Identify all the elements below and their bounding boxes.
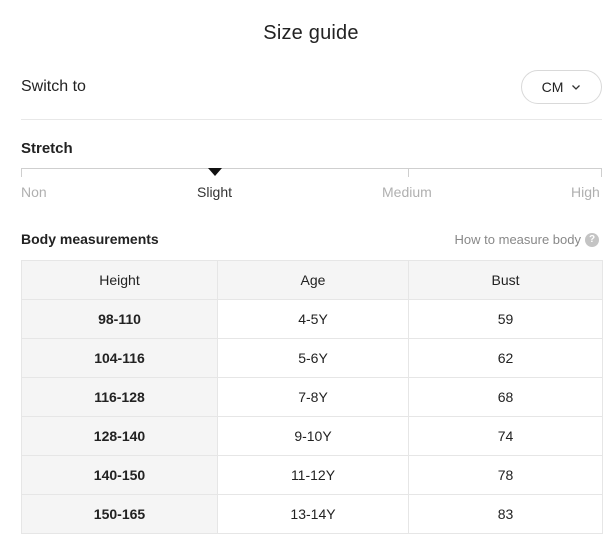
table-row: 128-140 9-10Y 74 bbox=[21, 416, 603, 456]
bust-cell: 83 bbox=[408, 494, 603, 534]
stretch-tick bbox=[21, 168, 22, 177]
table-row: 150-165 13-14Y 83 bbox=[21, 494, 603, 534]
size-table: Height Age Bust 98-110 4-5Y 59 104-116 5… bbox=[21, 260, 603, 534]
body-measurements-title: Body measurements bbox=[21, 231, 159, 247]
age-cell: 4-5Y bbox=[217, 299, 409, 339]
table-row: 104-116 5-6Y 62 bbox=[21, 338, 603, 378]
age-cell: 9-10Y bbox=[217, 416, 409, 456]
height-cell: 116-128 bbox=[21, 377, 218, 417]
how-to-measure-label: How to measure body bbox=[454, 232, 581, 247]
size-guide-page: Size guide Switch to CM Stretch Non Slig… bbox=[0, 0, 605, 541]
divider bbox=[21, 119, 602, 120]
how-to-measure-link[interactable]: How to measure body ? bbox=[455, 232, 599, 247]
unit-dropdown[interactable]: CM bbox=[521, 70, 602, 104]
bust-cell: 59 bbox=[408, 299, 603, 339]
height-cell: 150-165 bbox=[21, 494, 218, 534]
bust-cell: 78 bbox=[408, 455, 603, 495]
column-header-age: Age bbox=[217, 260, 409, 300]
stretch-tick bbox=[601, 168, 602, 177]
table-row: 116-128 7-8Y 68 bbox=[21, 377, 603, 417]
stretch-level-high: High bbox=[571, 184, 600, 200]
column-header-height: Height bbox=[21, 260, 218, 300]
height-cell: 128-140 bbox=[21, 416, 218, 456]
column-header-bust: Bust bbox=[408, 260, 603, 300]
age-cell: 5-6Y bbox=[217, 338, 409, 378]
chevron-down-icon bbox=[572, 85, 581, 90]
age-cell: 11-12Y bbox=[217, 455, 409, 495]
bust-cell: 62 bbox=[408, 338, 603, 378]
bust-cell: 68 bbox=[408, 377, 603, 417]
height-cell: 140-150 bbox=[21, 455, 218, 495]
table-header-row: Height Age Bust bbox=[21, 260, 603, 300]
stretch-tick bbox=[408, 168, 409, 177]
table-row: 140-150 11-12Y 78 bbox=[21, 455, 603, 495]
help-icon: ? bbox=[585, 232, 599, 247]
age-cell: 7-8Y bbox=[217, 377, 409, 417]
stretch-level-slight: Slight bbox=[197, 184, 233, 200]
bust-cell: 74 bbox=[408, 416, 603, 456]
height-cell: 98-110 bbox=[21, 299, 218, 339]
stretch-level-non: Non bbox=[21, 184, 47, 200]
stretch-marker-icon bbox=[208, 168, 222, 176]
unit-dropdown-value: CM bbox=[541, 79, 564, 95]
page-title: Size guide bbox=[263, 22, 359, 44]
stretch-level-medium: Medium bbox=[382, 184, 432, 200]
height-cell: 104-116 bbox=[21, 338, 218, 378]
stretch-title: Stretch bbox=[21, 140, 73, 157]
table-row: 98-110 4-5Y 59 bbox=[21, 299, 603, 339]
unit-switch-label: Switch to bbox=[21, 78, 86, 95]
age-cell: 13-14Y bbox=[217, 494, 409, 534]
stretch-scale-line bbox=[21, 168, 602, 169]
